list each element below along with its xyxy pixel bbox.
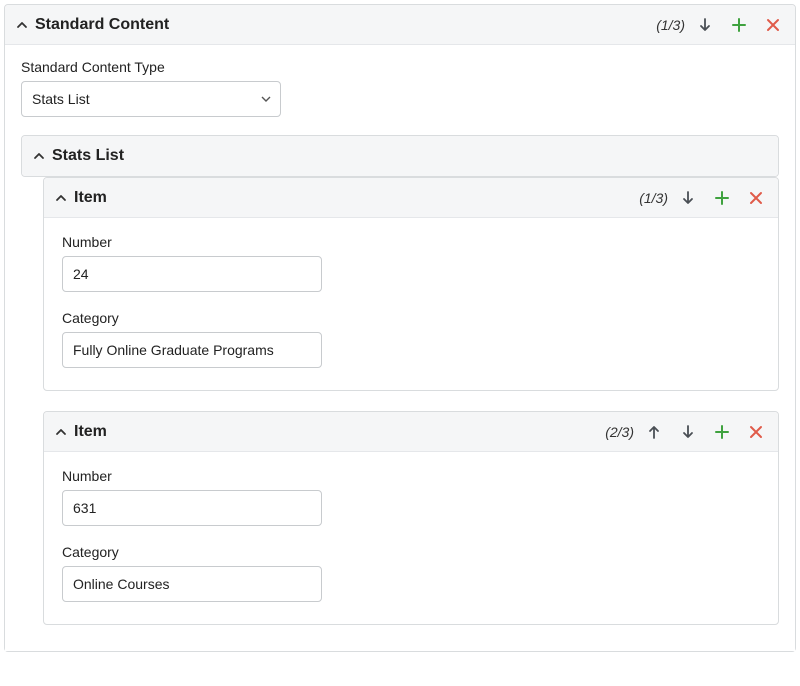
standard-content-panel: Standard Content (1/3) Standard Content … bbox=[4, 4, 796, 652]
content-type-field: Standard Content Type bbox=[21, 59, 301, 117]
chevron-up-icon[interactable] bbox=[52, 189, 70, 207]
move-up-button[interactable] bbox=[644, 422, 664, 442]
number-field: Number bbox=[62, 468, 342, 526]
number-field: Number bbox=[62, 234, 342, 292]
item-panel: Item (1/3) Numbe bbox=[43, 177, 779, 391]
standard-content-count: (1/3) bbox=[656, 17, 685, 33]
number-label: Number bbox=[62, 234, 342, 250]
chevron-up-icon[interactable] bbox=[13, 16, 31, 34]
item-title: Item bbox=[74, 423, 107, 441]
items-container: Item (1/3) Numbe bbox=[21, 177, 779, 625]
chevron-up-icon[interactable] bbox=[30, 147, 48, 165]
item-actions bbox=[644, 422, 766, 442]
standard-content-header[interactable]: Standard Content (1/3) bbox=[5, 5, 795, 45]
content-type-select[interactable] bbox=[21, 81, 281, 117]
stats-item: Item (2/3) bbox=[43, 411, 779, 625]
standard-content-body: Standard Content Type Stats List bbox=[5, 45, 795, 651]
item-header[interactable]: Item (1/3) bbox=[44, 178, 778, 218]
move-down-button[interactable] bbox=[678, 422, 698, 442]
add-button[interactable] bbox=[712, 188, 732, 208]
content-type-label: Standard Content Type bbox=[21, 59, 301, 75]
number-label: Number bbox=[62, 468, 342, 484]
item-panel: Item (2/3) bbox=[43, 411, 779, 625]
category-input[interactable] bbox=[62, 332, 322, 368]
stats-list-header[interactable]: Stats List bbox=[22, 136, 778, 176]
stats-list-panel: Stats List bbox=[21, 135, 779, 177]
item-header[interactable]: Item (2/3) bbox=[44, 412, 778, 452]
remove-button[interactable] bbox=[746, 188, 766, 208]
number-input[interactable] bbox=[62, 490, 322, 526]
item-count: (2/3) bbox=[605, 424, 634, 440]
category-field: Category bbox=[62, 544, 342, 602]
remove-button[interactable] bbox=[746, 422, 766, 442]
item-actions bbox=[678, 188, 766, 208]
item-body: Number Category bbox=[44, 452, 778, 624]
item-body: Number Category bbox=[44, 218, 778, 390]
add-button[interactable] bbox=[729, 15, 749, 35]
move-down-button[interactable] bbox=[678, 188, 698, 208]
item-count: (1/3) bbox=[639, 190, 668, 206]
item-title: Item bbox=[74, 189, 107, 207]
standard-content-actions bbox=[695, 15, 783, 35]
remove-button[interactable] bbox=[763, 15, 783, 35]
category-input[interactable] bbox=[62, 566, 322, 602]
add-button[interactable] bbox=[712, 422, 732, 442]
standard-content-title: Standard Content bbox=[35, 16, 169, 34]
category-field: Category bbox=[62, 310, 342, 368]
stats-list-title: Stats List bbox=[52, 147, 124, 165]
move-down-button[interactable] bbox=[695, 15, 715, 35]
stats-item: Item (1/3) Numbe bbox=[43, 177, 779, 391]
number-input[interactable] bbox=[62, 256, 322, 292]
category-label: Category bbox=[62, 544, 342, 560]
category-label: Category bbox=[62, 310, 342, 326]
chevron-up-icon[interactable] bbox=[52, 423, 70, 441]
